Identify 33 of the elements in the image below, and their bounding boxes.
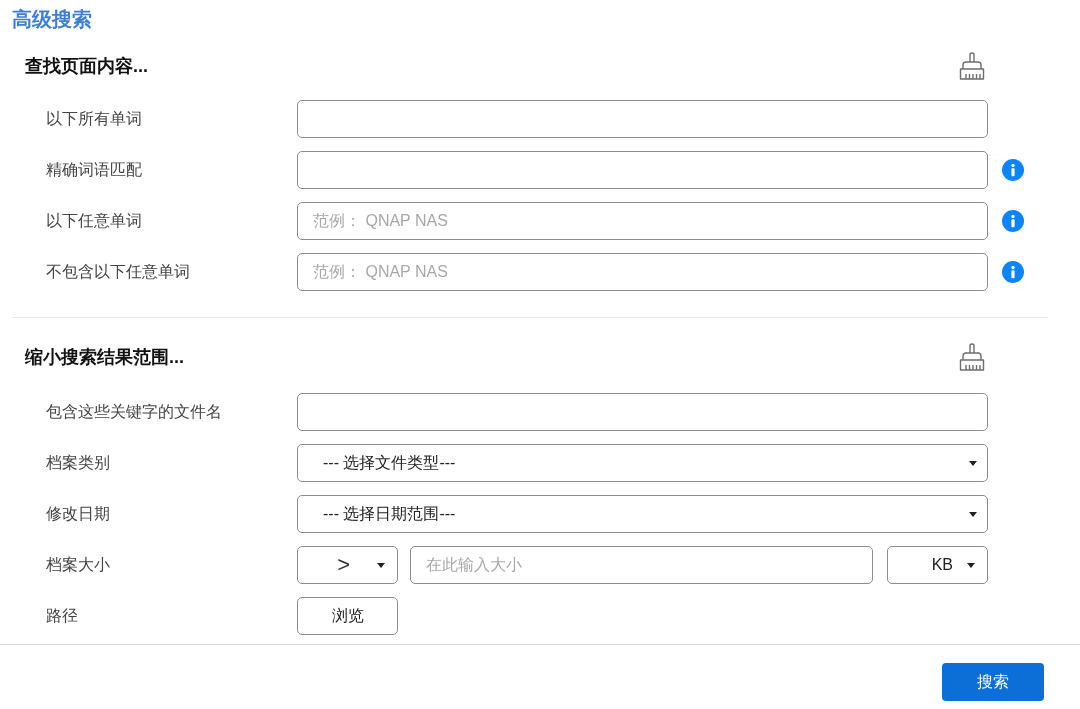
text-field[interactable] — [297, 151, 988, 189]
operator-dropdown[interactable]: > — [297, 546, 398, 584]
search-button[interactable]: 搜索 — [942, 663, 1044, 701]
field-label: 以下所有单词 — [46, 109, 142, 129]
section-heading: 查找页面内容... — [25, 55, 148, 78]
caret-icon — [969, 511, 977, 517]
dropdown[interactable]: --- 选择日期范围--- — [297, 495, 988, 533]
unit-dropdown[interactable]: KB — [887, 546, 988, 584]
field-label: 档案类别 — [46, 453, 110, 473]
page-title: 高级搜索 — [12, 7, 92, 32]
field-label: 包含这些关键字的文件名 — [46, 402, 222, 422]
size-field[interactable]: 在此输入大小 — [410, 546, 873, 584]
field-label: 以下任意单词 — [46, 211, 142, 231]
broom-icon[interactable] — [959, 343, 985, 371]
field-label: 修改日期 — [46, 504, 110, 524]
field-label: 路径 — [46, 606, 78, 626]
field-label: 档案大小 — [46, 555, 110, 575]
field-label: 精确词语匹配 — [46, 160, 142, 180]
text-field[interactable] — [297, 100, 988, 138]
info-icon[interactable] — [1002, 159, 1024, 181]
caret-icon — [967, 562, 975, 568]
info-icon[interactable] — [1002, 210, 1024, 232]
browse-button[interactable]: 浏览 — [297, 597, 398, 635]
dropdown[interactable]: --- 选择文件类型--- — [297, 444, 988, 482]
broom-icon[interactable] — [959, 52, 985, 80]
text-field[interactable]: 范例： QNAP NAS — [297, 202, 988, 240]
field-label: 不包含以下任意单词 — [46, 262, 190, 282]
caret-icon — [969, 460, 977, 466]
section-heading: 缩小搜索结果范围... — [25, 346, 184, 369]
caret-icon — [377, 562, 385, 568]
text-field[interactable]: 范例： QNAP NAS — [297, 253, 988, 291]
text-field[interactable] — [297, 393, 988, 431]
info-icon[interactable] — [1002, 261, 1024, 283]
